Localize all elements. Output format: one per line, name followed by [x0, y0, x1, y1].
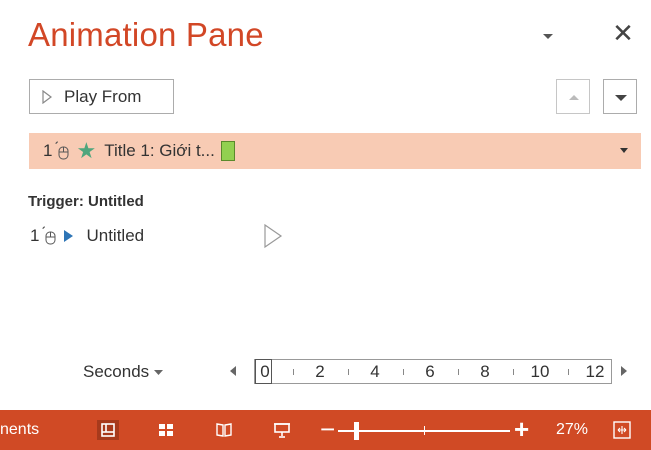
zoom-level[interactable]: 27%	[556, 421, 588, 439]
animation-item-label: Title 1: Giới t...	[104, 141, 215, 160]
timeline-tick-label: 6	[425, 362, 435, 381]
timeline-tick-label: 2	[315, 362, 325, 381]
close-icon[interactable]: ✕	[608, 18, 638, 48]
trigger-item-label: Untitled	[86, 226, 145, 245]
mouse-click-icon	[42, 226, 56, 245]
timeline-minor-tick	[402, 369, 404, 375]
reading-view-icon[interactable]	[213, 420, 235, 440]
chevron-down-icon[interactable]	[619, 147, 629, 155]
fit-to-window-icon[interactable]	[612, 420, 632, 440]
trigger-heading: Trigger: Untitled	[28, 193, 144, 210]
timeline-minor-tick	[457, 369, 459, 375]
mouse-click-icon	[55, 141, 69, 160]
timeline-ruler[interactable]: 0 2 4 6 8 10 12	[254, 359, 612, 384]
timeline-tick-label: 4	[370, 362, 380, 381]
play-from-button[interactable]: Play From	[29, 79, 174, 114]
timeline-minor-tick	[567, 369, 569, 375]
timeline-tick-label: 0	[260, 362, 270, 381]
chevron-up-icon	[569, 95, 579, 100]
chevron-down-icon	[154, 369, 164, 375]
trigger-list-item[interactable]: 1 Untitled	[29, 224, 144, 248]
zoom-out-button[interactable]: −	[320, 414, 335, 444]
zoom-in-button[interactable]: +	[514, 414, 529, 444]
seconds-label: Seconds	[83, 362, 150, 381]
scroll-left-icon[interactable]	[229, 366, 237, 376]
media-play-icon	[64, 230, 74, 242]
play-from-label: Play From	[64, 86, 142, 106]
scroll-right-icon[interactable]	[620, 366, 628, 376]
timeline-minor-tick	[512, 369, 514, 375]
slide-show-icon[interactable]	[271, 420, 293, 440]
chevron-down-icon	[615, 95, 627, 101]
timeline-tick-label: 8	[480, 362, 490, 381]
timeline-tick-label: 10	[530, 362, 550, 381]
star-icon: ★	[76, 138, 97, 163]
animation-pane: Animation Pane ✕ Play From 1 ★ Title 1: …	[0, 0, 651, 450]
timeline-minor-tick	[347, 369, 349, 375]
timeline-minor-tick	[292, 369, 294, 375]
timeline-tick-label: 12	[585, 362, 605, 381]
trigger-order-number: 1	[30, 226, 40, 245]
slide-sorter-icon[interactable]	[155, 420, 177, 440]
normal-view-icon[interactable]	[97, 420, 119, 440]
zoom-slider-thumb[interactable]	[354, 422, 359, 440]
move-later-button[interactable]	[603, 79, 637, 114]
play-icon[interactable]	[262, 222, 284, 250]
move-earlier-button[interactable]	[556, 79, 590, 114]
animation-list-item[interactable]: 1 ★ Title 1: Giới t...	[29, 133, 641, 169]
zoom-slider-midpoint	[424, 426, 425, 435]
status-bar-text[interactable]: nents	[0, 421, 39, 439]
play-icon	[42, 89, 52, 104]
animation-order-number: 1	[43, 141, 53, 160]
pane-title: Animation Pane	[28, 16, 264, 53]
pane-options-dropdown-icon[interactable]	[540, 28, 556, 44]
timing-bar[interactable]	[220, 141, 235, 161]
status-bar: nents − + 27%	[0, 410, 651, 450]
seconds-dropdown[interactable]: Seconds	[83, 362, 164, 382]
